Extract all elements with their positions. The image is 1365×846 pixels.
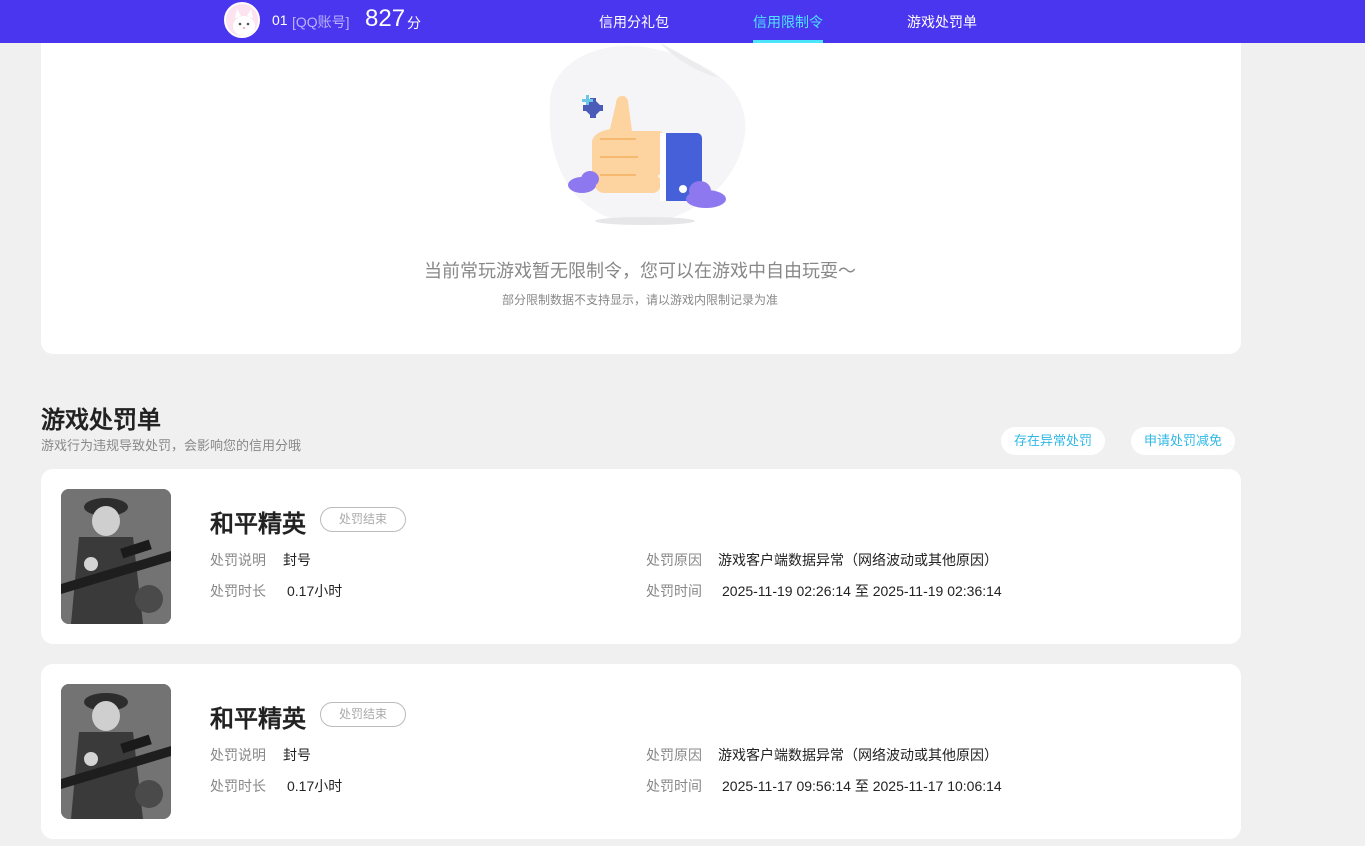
penalty-record-card[interactable]: 和平精英 处罚结束 处罚说明 封号 处罚原因 游戏客户端数据异常（网络波动或其他…: [41, 664, 1241, 839]
soldier-image-icon: [61, 684, 171, 819]
soldier-image-icon: [61, 489, 171, 624]
reason-label: 处罚原因: [646, 552, 702, 568]
game-thumbnail: [61, 684, 171, 819]
empty-state-title: 当前常玩游戏暂无限制令，您可以在游戏中自由玩耍～: [424, 261, 856, 281]
penalty-section-title: 游戏处罚单: [41, 407, 161, 434]
duration-value: 0.17小时: [287, 778, 343, 794]
status-badge: 处罚结束: [320, 702, 406, 727]
description-label: 处罚说明: [210, 747, 266, 763]
reason-value: 游戏客户端数据异常（网络波动或其他原因）: [718, 552, 998, 568]
game-thumbnail: [61, 489, 171, 624]
game-name: 和平精英: [210, 706, 306, 733]
time-value: 2025-11-17 09:56:14 至 2025-11-17 10:06:1…: [722, 778, 1002, 794]
cat-avatar-icon: [226, 4, 258, 36]
duration-label: 处罚时长: [210, 778, 266, 794]
status-badge: 处罚结束: [320, 507, 406, 532]
time-value: 2025-11-19 02:26:14 至 2025-11-19 02:36:1…: [722, 583, 1002, 599]
credit-score: 827: [365, 5, 406, 32]
duration-value: 0.17小时: [287, 583, 343, 599]
duration-label: 处罚时长: [210, 583, 266, 599]
penalty-section-subtitle: 游戏行为违规导致处罚，会影响您的信用分哦: [41, 438, 302, 453]
top-nav-bar: 01 [QQ账号] 827 分 信用分礼包 信用限制令 游戏处罚单: [0, 0, 1365, 43]
game-name: 和平精英: [210, 511, 306, 538]
account-type-label: [QQ账号]: [292, 14, 350, 30]
description-value: 封号: [283, 552, 311, 568]
appeal-penalty-button[interactable]: 申请处罚减免: [1131, 427, 1236, 455]
time-label: 处罚时间: [646, 778, 702, 794]
description-value: 封号: [283, 747, 311, 763]
description-label: 处罚说明: [210, 552, 266, 568]
reason-label: 处罚原因: [646, 747, 702, 763]
empty-state-subtitle: 部分限制数据不支持显示，请以游戏内限制记录为准: [501, 293, 778, 307]
user-id: 01: [272, 12, 288, 28]
time-label: 处罚时间: [646, 583, 702, 599]
tab-credit-restriction[interactable]: 信用限制令: [753, 12, 823, 32]
thumbs-up-illustration: [540, 43, 750, 228]
penalty-record-card[interactable]: 和平精英 处罚结束 处罚说明 封号 处罚原因 游戏客户端数据异常（网络波动或其他…: [41, 469, 1241, 644]
credit-score-unit: 分: [407, 15, 421, 31]
tab-credit-gift[interactable]: 信用分礼包: [599, 12, 669, 32]
avatar[interactable]: [224, 2, 260, 38]
abnormal-penalty-button[interactable]: 存在异常处罚: [1001, 427, 1106, 455]
tab-game-penalty[interactable]: 游戏处罚单: [907, 12, 977, 32]
thumbs-up-icon: [549, 43, 746, 225]
reason-value: 游戏客户端数据异常（网络波动或其他原因）: [718, 747, 998, 763]
